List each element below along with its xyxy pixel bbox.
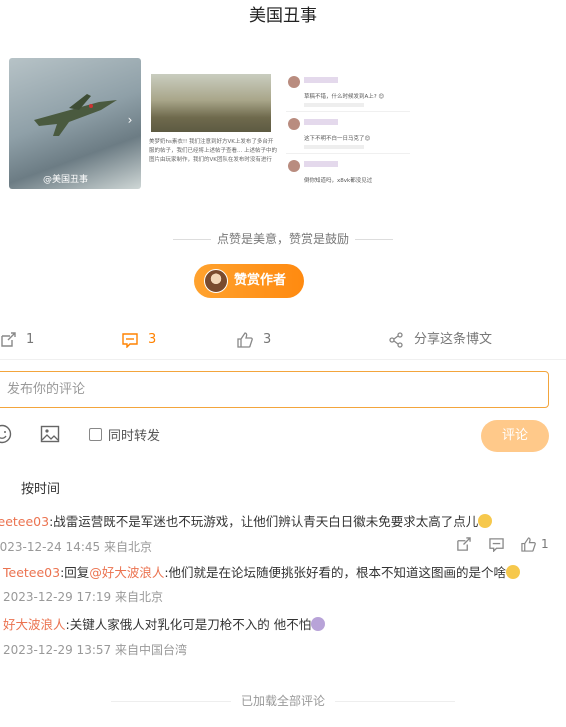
emoji-icon[interactable] [0, 424, 12, 444]
screenshot-text: 美梦奶hs素衣!! 我们注意到好方VK上发布了多台开服的帖子，我们已经将上述帖子… [149, 139, 277, 163]
screenshot-username-bar [304, 161, 338, 167]
submit-comment-button[interactable]: 评论 [481, 420, 549, 452]
like-count: 3 [263, 332, 272, 347]
reward-author-button[interactable]: 赞赏作者 [194, 264, 304, 298]
screenshot-comment-row: 这下不明不白一日马克了😊 [286, 114, 410, 154]
comment-item: Teetee03:回复@好大波浪人:他们就是在论坛随便挑张好看的，根本不知道这图… [3, 565, 521, 581]
laugh-emoji-icon [478, 514, 493, 528]
reply-to-username[interactable]: @好大波浪人 [89, 565, 164, 580]
comment-icon[interactable] [489, 537, 504, 552]
post-actions-bar: 1 3 3 分享这条博文 [0, 330, 566, 350]
page-title: 美国丑事 [249, 6, 317, 26]
comment-meta: 2023-12-24 14:45 来自北京 [0, 540, 152, 554]
reply-prefix: :回复 [60, 565, 90, 580]
thumbs-up-icon[interactable] [521, 537, 536, 552]
divider-line [335, 701, 455, 702]
comment-username[interactable]: 好大波浪人 [3, 617, 66, 632]
screenshot-avatar [288, 160, 300, 172]
image-watermark: @美国丑事 [43, 175, 89, 185]
comment-actions: 1 [456, 537, 566, 553]
comment-meta: 2023-12-29 17:19 来自北京 [3, 590, 163, 604]
divider-line [172, 239, 211, 240]
share-button[interactable]: 分享这条博文 [388, 330, 508, 350]
divider-line [110, 701, 231, 702]
tank-photo [151, 74, 271, 132]
comment-input[interactable]: 发布你的评论 [0, 371, 549, 408]
screenshot-avatar [288, 76, 300, 88]
screenshot-username-bar [304, 77, 338, 83]
image-icon[interactable] [40, 424, 60, 444]
post-image-2[interactable]: 美梦奶hs素衣!! 我们注意到好方VK上发布了多台开服的帖子，我们已经将上述帖子… [147, 58, 279, 189]
next-image-arrow[interactable]: › [123, 110, 137, 130]
author-avatar [204, 269, 228, 293]
comment-text: :他们就是在论坛随便挑张好看的，根本不知道这图画的是个啥 [164, 565, 507, 580]
forward-checkbox[interactable] [89, 428, 102, 441]
like-button[interactable]: 3 [237, 330, 297, 350]
repost-button[interactable]: 1 [0, 330, 60, 350]
repost-icon[interactable] [456, 537, 471, 552]
share-icon [389, 332, 403, 348]
comment-meta: 2023-12-29 13:57 来自中国台湾 [3, 643, 187, 657]
comment-item: Teetee03:战雷运营既不是军迷也不玩游戏，让他们辨认青天白日徽未免要求太高… [0, 514, 493, 530]
sort-by-time-tab[interactable]: 按时间 [21, 478, 60, 497]
screenshot-comment-row: 倒你知道吗，x8vk都没见过 [286, 156, 410, 189]
comment-username[interactable]: Teetee03 [0, 514, 49, 529]
scared-emoji-icon [311, 617, 326, 631]
thumbs-up-icon [237, 332, 253, 348]
screenshot-comment-row: 草稿不错，什么时候发到A上? 😊 [286, 72, 410, 112]
appreciation-divider: 点赞是美意，赞赏是鼓励 [0, 230, 566, 247]
comment-count: 3 [148, 332, 157, 347]
jet-illustration [34, 94, 117, 136]
page-header: 美国丑事 [0, 0, 566, 34]
comment-text: :战雷运营既不是军迷也不玩游戏，让他们辨认青天白日徽未免要求太高了点儿 [49, 514, 479, 529]
loaded-all-label: 已加载全部评论 [240, 694, 325, 708]
screenshot-avatar [288, 118, 300, 130]
repost-icon [1, 332, 16, 347]
comment-input-placeholder: 发布你的评论 [7, 382, 86, 397]
comment-text: :关键人家俄人对乳化可是刀枪不入的 他不怕 [65, 617, 312, 632]
post-image-1[interactable]: › @美国丑事 [9, 58, 141, 189]
screenshot-username-bar [304, 119, 338, 125]
screenshot-meta-bar [304, 145, 364, 149]
share-label: 分享这条博文 [414, 332, 493, 347]
comment-item: 好大波浪人:关键人家俄人对乳化可是刀枪不入的 他不怕 [3, 617, 326, 633]
loaded-all-comments: 已加载全部评论 [0, 692, 566, 709]
divider-line [355, 239, 393, 240]
comment-like-count: 1 [541, 537, 549, 551]
screenshot-comment-text: 倒你知道吗，x8vk都没见过 [304, 178, 373, 184]
repost-count: 1 [26, 332, 35, 347]
appreciation-text: 点赞是美意，赞赏是鼓励 [216, 232, 349, 246]
smirk-emoji-icon [506, 565, 521, 579]
reward-label: 赞赏作者 [234, 273, 287, 288]
forward-label: 同时转发 [108, 429, 161, 444]
post-image-3[interactable]: 草稿不错，什么时候发到A上? 😊 这下不明不白一日马克了😊 倒你知道吗，x8vk… [284, 58, 414, 189]
screenshot-comment-text: 这下不明不白一日马克了😊 [304, 136, 371, 142]
screenshot-comment-text: 草稿不错，什么时候发到A上? 😊 [304, 94, 385, 100]
screenshot-meta-bar [304, 103, 364, 107]
comment-button[interactable]: 3 [122, 330, 182, 350]
divider [0, 359, 566, 360]
comment-username[interactable]: Teetee03 [3, 565, 60, 580]
comment-icon [122, 333, 138, 348]
